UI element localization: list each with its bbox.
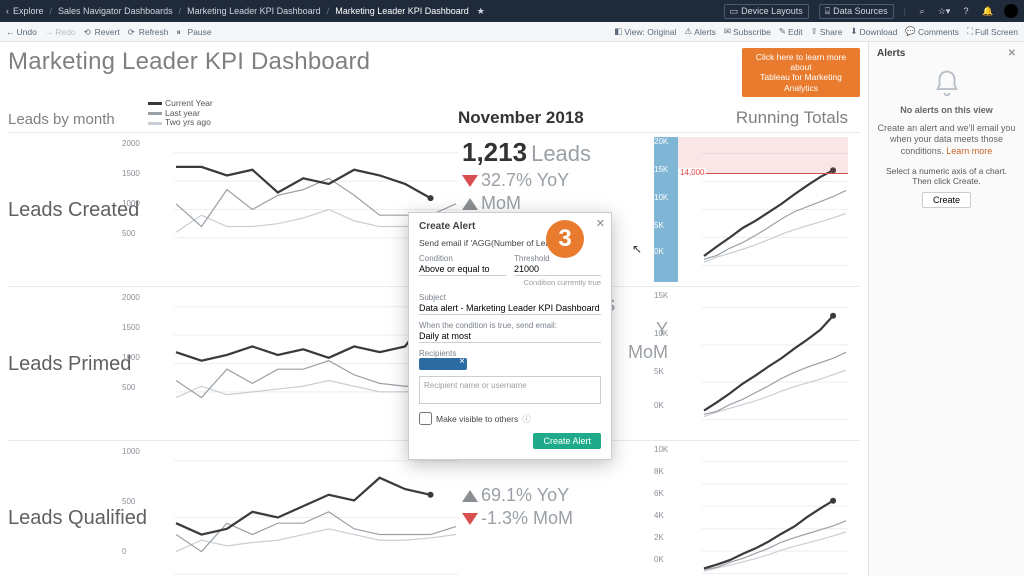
tutorial-step-badge: 3 (546, 220, 584, 258)
series-legend: Current Year Last year Two yrs ago (148, 99, 458, 128)
favorites-dropdown-icon[interactable]: ☆▾ (938, 5, 950, 17)
chart-qualified-monthly[interactable]: 10005000 JFMAMJJASOND (148, 445, 458, 576)
running-totals-title: Running Totals (678, 108, 848, 128)
breadcrumb: ‹ Explore/ Sales Navigator Dashboards/ M… (6, 6, 485, 17)
crumb-2[interactable]: Marketing Leader KPI Dashboard (187, 6, 321, 16)
close-modal-icon[interactable]: ✕ (596, 217, 605, 230)
full-screen-button[interactable]: ⛶ Full Screen (967, 26, 1018, 37)
crumb-3: Marketing Leader KPI Dashboard (335, 6, 469, 16)
frequency-select[interactable]: Daily at most (419, 330, 601, 343)
threshold-label: 14,000 (678, 168, 706, 177)
top-nav: ‹ Explore/ Sales Navigator Dashboards/ M… (0, 0, 1024, 22)
close-alerts-panel-icon[interactable]: ✕ (1008, 48, 1016, 59)
refresh-button[interactable]: ⟳Refresh (128, 27, 169, 37)
share-button[interactable]: ⇪ Share (811, 26, 843, 37)
create-alert-submit-button[interactable]: Create Alert (533, 433, 601, 449)
data-sources-button[interactable]: ⌸ Data Sources (819, 4, 894, 19)
chart-primed-running[interactable]: 15K10K5K0K (678, 291, 848, 436)
create-alert-modal: ✕ Create Alert Send email if 'AGG(Number… (408, 212, 612, 460)
edit-button[interactable]: ✎ Edit (779, 26, 803, 37)
pause-button[interactable]: ⏸Pause (176, 27, 211, 37)
crumb-0[interactable]: Explore (13, 6, 44, 16)
help-icon[interactable]: ? (960, 5, 972, 17)
alerts-button[interactable]: ⚠ Alerts (685, 26, 716, 37)
chart-qualified-running[interactable]: 10K8K6K4K2K0K JFMAMJJASOND (678, 445, 848, 576)
favorite-star-icon[interactable]: ★ (477, 6, 485, 17)
row-label-qualified: Leads Qualified (8, 507, 148, 529)
alerts-panel-instruction: Select a numeric axis of a chart. Then c… (877, 166, 1016, 186)
recipient-chip[interactable] (419, 358, 467, 370)
condition-label: Condition (419, 254, 506, 263)
leads-by-month-title: Leads by month (8, 111, 148, 128)
comments-button[interactable]: 💬 Comments (905, 26, 959, 37)
chart-created-running[interactable]: 20K15K10K5K0K 14,000 (678, 137, 848, 282)
selected-axis[interactable] (654, 137, 678, 282)
create-alert-panel-button[interactable]: Create (922, 192, 971, 208)
user-avatar[interactable] (1004, 4, 1018, 18)
triangle-up-icon (462, 490, 478, 502)
alerts-panel-header: Alerts (877, 48, 905, 59)
frequency-label: When the condition is true, send email: (419, 321, 601, 330)
info-icon: ⓘ (522, 413, 531, 425)
cursor-icon: ↖ (632, 242, 642, 256)
triangle-up-icon (462, 198, 478, 210)
nav-back-icon[interactable]: ‹ (6, 6, 9, 16)
alerts-panel-title: No alerts on this view (900, 105, 993, 115)
learn-more-link[interactable]: Learn more (946, 146, 992, 156)
view-selector[interactable]: ◧ View: Original (614, 26, 676, 37)
selected-month: November 2018 (458, 108, 678, 128)
dashboard-title: Marketing Leader KPI Dashboard (8, 48, 370, 76)
redo-button[interactable]: → Redo (45, 27, 76, 37)
kpi-qualified: 69.1% YoY -1.3% MoM (458, 445, 678, 576)
triangle-down-icon (462, 513, 478, 525)
promo-banner[interactable]: Click here to learn more aboutTableau fo… (742, 48, 860, 97)
visible-to-others-checkbox[interactable]: Make visible to others ⓘ (419, 412, 601, 425)
notifications-bell-icon[interactable]: 🔔 (982, 5, 994, 17)
recipients-label: Recipients (419, 349, 601, 358)
row-leads-qualified: Leads Qualified 10005000 JFMAMJJASOND 69… (8, 440, 860, 576)
condition-select[interactable]: Above or equal to (419, 263, 506, 276)
subscribe-button[interactable]: ✉ Subscribe (724, 26, 771, 37)
revert-button[interactable]: ⟲Revert (84, 27, 120, 37)
alerts-panel: Alerts ✕ No alerts on this view Create a… (868, 42, 1024, 576)
condition-hint: Condition currently true (419, 278, 601, 287)
undo-button[interactable]: ← Undo (6, 27, 37, 37)
crumb-1[interactable]: Sales Navigator Dashboards (58, 6, 173, 16)
download-button[interactable]: ⬇ Download (850, 26, 897, 37)
search-icon[interactable]: ⌕ (916, 5, 928, 17)
bell-icon (932, 69, 962, 99)
threshold-input[interactable] (514, 263, 601, 276)
recipient-input[interactable]: Recipient name or username (419, 376, 601, 404)
triangle-down-icon (462, 175, 478, 187)
subject-input[interactable] (419, 302, 601, 315)
subject-label: Subject (419, 293, 601, 302)
toolbar: ← Undo → Redo ⟲Revert ⟳Refresh ⏸Pause ◧ … (0, 22, 1024, 42)
device-layouts-button[interactable]: ▭ Device Layouts (724, 4, 809, 19)
